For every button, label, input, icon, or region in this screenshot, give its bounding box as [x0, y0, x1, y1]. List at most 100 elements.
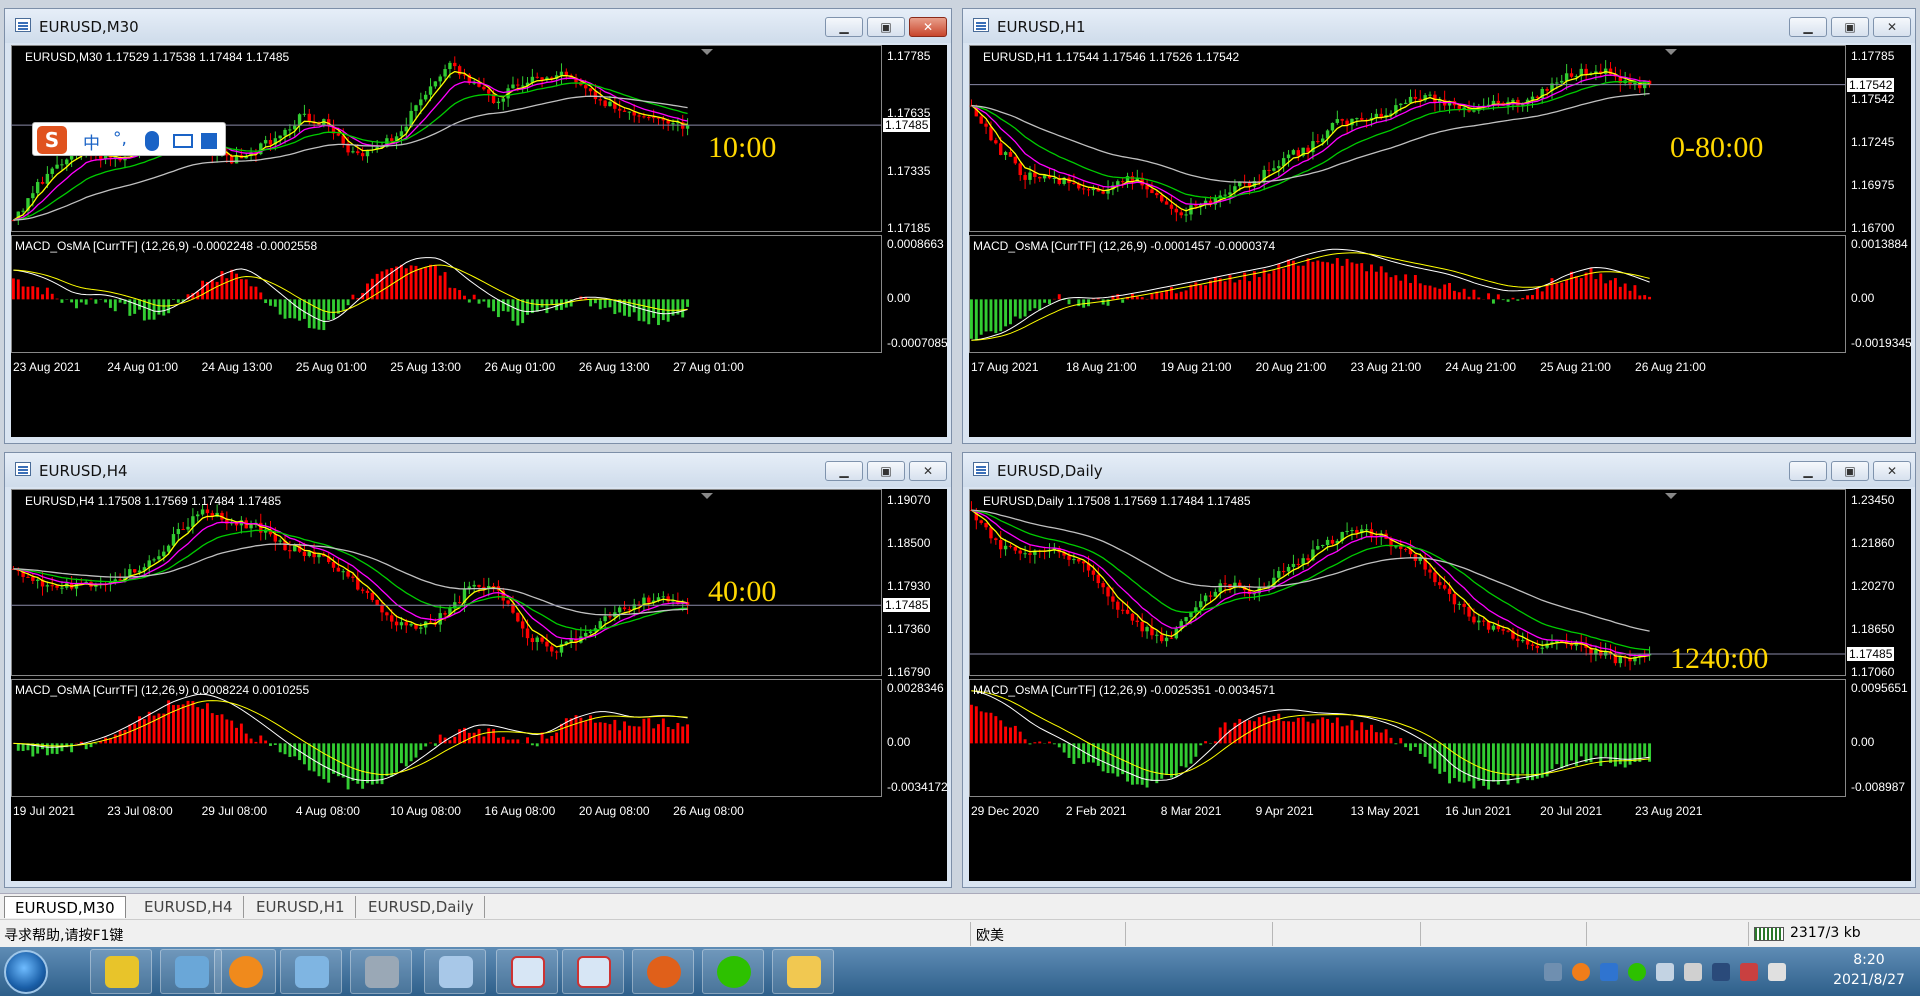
- time-axis-tick: 17 Aug 2021: [971, 360, 1039, 374]
- price-axis-tick: 1.17785: [887, 49, 931, 63]
- shield-icon[interactable]: [1600, 963, 1618, 981]
- window-titlebar[interactable]: EURUSD,M30 ▁ ▣ ✕: [5, 9, 951, 43]
- window-titlebar[interactable]: EURUSD,H1 ▁ ▣ ✕: [963, 9, 1915, 43]
- candle-body: [404, 622, 408, 626]
- window-titlebar[interactable]: EURUSD,Daily ▁ ▣ ✕: [963, 453, 1915, 487]
- shift-marker-icon: [1665, 49, 1677, 55]
- minimize-button[interactable]: ▁: [1789, 461, 1827, 481]
- maximize-button[interactable]: ▣: [1831, 461, 1869, 481]
- candle-body: [1457, 603, 1462, 605]
- close-button[interactable]: ✕: [1873, 461, 1911, 481]
- candle-body: [423, 94, 428, 100]
- candle-body: [1291, 150, 1296, 155]
- ime-mode[interactable]: 中: [83, 129, 100, 154]
- candle-body: [1530, 644, 1535, 646]
- keyboard-icon[interactable]: [173, 134, 193, 148]
- chart-window-m30[interactable]: EURUSD,M30 ▁ ▣ ✕ EURUSD,M30 1.17529 1.17538 …: [4, 8, 952, 444]
- taskbar-app-users[interactable]: [160, 949, 222, 994]
- close-button[interactable]: ✕: [1873, 17, 1911, 37]
- chart-area[interactable]: EURUSD,H4 1.17508 1.17569 1.17484 1.1748…: [11, 489, 948, 881]
- chart-area[interactable]: EURUSD,Daily 1.17508 1.17569 1.17484 1.1…: [969, 489, 1911, 881]
- time-axis-tick: 13 May 2021: [1350, 804, 1420, 818]
- shift-marker-icon: [701, 493, 713, 499]
- candle-body: [647, 597, 651, 603]
- ime-punct[interactable]: °,: [113, 129, 127, 149]
- maximize-button[interactable]: ▣: [1831, 17, 1869, 37]
- ime-toolbar[interactable]: S 中 °,: [32, 122, 226, 156]
- candle-body: [1184, 214, 1188, 216]
- candle-body: [520, 85, 525, 87]
- taskbar-app-network[interactable]: [280, 949, 342, 994]
- toolbox-icon[interactable]: [201, 133, 217, 149]
- clock-time: 8:20: [1853, 952, 1885, 968]
- minimize-button[interactable]: ▁: [825, 461, 863, 481]
- close-button[interactable]: ✕: [909, 17, 947, 37]
- candle-body: [351, 576, 355, 578]
- candle-body: [1023, 553, 1027, 555]
- pen-icon[interactable]: [1656, 963, 1674, 981]
- volume-icon[interactable]: [1684, 963, 1702, 981]
- signal-icon[interactable]: [1768, 963, 1786, 981]
- candle-body: [482, 86, 486, 90]
- indicator-axis-tick: -0.0007085: [887, 336, 948, 350]
- tab-eurusd-m30[interactable]: EURUSD,M30: [4, 896, 126, 918]
- chart-window-daily[interactable]: EURUSD,Daily ▁ ▣ ✕ EURUSD,Daily 1.17508 1.17…: [962, 452, 1916, 888]
- taskbar-app-notes[interactable]: [424, 949, 486, 994]
- connection-bars-icon: [1754, 927, 1784, 941]
- time-axis-tick: 24 Aug 21:00: [1445, 360, 1517, 374]
- taskbar-app-ninja[interactable]: [632, 949, 694, 994]
- candle-body: [1320, 545, 1325, 547]
- taskbar-app-orange[interactable]: [214, 949, 276, 994]
- ninja-tray-icon[interactable]: [1572, 963, 1590, 981]
- maximize-button[interactable]: ▣: [867, 461, 905, 481]
- chart-window-h4[interactable]: EURUSD,H4 ▁ ▣ ✕ EURUSD,H4 1.17508 1.17569 1.…: [4, 452, 952, 888]
- candle-body: [516, 612, 520, 622]
- candle-body: [1584, 68, 1588, 75]
- taskbar-app-wechat[interactable]: [702, 949, 764, 994]
- candle-body: [1101, 191, 1105, 194]
- taskbar-app-chart-1[interactable]: [496, 949, 558, 994]
- window-titlebar[interactable]: EURUSD,H4 ▁ ▣ ✕: [5, 453, 951, 487]
- status-profile: 欧美: [976, 928, 1004, 944]
- microphone-icon[interactable]: [145, 131, 159, 151]
- candle-body: [448, 62, 452, 70]
- maximize-button[interactable]: ▣: [867, 17, 905, 37]
- tab-eurusd-h4[interactable]: EURUSD,H4: [134, 896, 244, 918]
- candle-body: [530, 638, 535, 643]
- mute-icon[interactable]: [1740, 963, 1758, 981]
- candle-body: [1345, 530, 1349, 532]
- chart-area[interactable]: EURUSD,M30 1.17529 1.17538 1.17484 1.174…: [11, 45, 948, 437]
- candle-body: [35, 182, 40, 194]
- candle-body: [1433, 572, 1437, 583]
- taskbar-app-chart-2[interactable]: [562, 949, 624, 994]
- clock[interactable]: 8:20 2021/8/27: [1822, 950, 1916, 990]
- help-icon[interactable]: [1544, 963, 1562, 981]
- taskbar-app-camera[interactable]: [350, 949, 412, 994]
- chart-area[interactable]: EURUSD,H1 1.17544 1.17546 1.17526 1.1754…: [969, 45, 1912, 437]
- tab-eurusd-h1[interactable]: EURUSD,H1: [246, 896, 356, 918]
- candle-body: [554, 651, 559, 653]
- taskbar-app-folder[interactable]: [772, 949, 834, 994]
- current-price-tag: 1.17485: [883, 118, 931, 133]
- close-button[interactable]: ✕: [909, 461, 947, 481]
- candle-body: [1481, 620, 1486, 622]
- indicator-axis-tick: 0.00: [1851, 291, 1875, 306]
- time-axis-tick: 20 Jul 2021: [1540, 804, 1603, 818]
- display-icon[interactable]: [1712, 963, 1730, 981]
- candle-body: [1277, 166, 1281, 169]
- minimize-button[interactable]: ▁: [825, 17, 863, 37]
- candle-body: [1169, 637, 1174, 639]
- chart-window-h1[interactable]: EURUSD,H1 ▁ ▣ ✕ EURUSD,H1 1.17544 1.17546 1.…: [962, 8, 1916, 444]
- wechat-tray-icon[interactable]: [1628, 963, 1646, 981]
- candle-body: [588, 631, 593, 633]
- time-axis-tick: 20 Aug 08:00: [578, 804, 650, 818]
- time-axis-tick: 16 Aug 08:00: [484, 804, 556, 818]
- tab-eurusd-daily[interactable]: EURUSD,Daily: [358, 896, 485, 918]
- candle-body: [317, 554, 321, 558]
- start-orb-icon[interactable]: [4, 950, 48, 994]
- candle-body: [989, 527, 993, 539]
- taskbar-app-dollar[interactable]: [90, 949, 152, 994]
- price-axis-tick: 1.16975: [1851, 178, 1895, 192]
- minimize-button[interactable]: ▁: [1789, 17, 1827, 37]
- candle-body: [336, 133, 341, 136]
